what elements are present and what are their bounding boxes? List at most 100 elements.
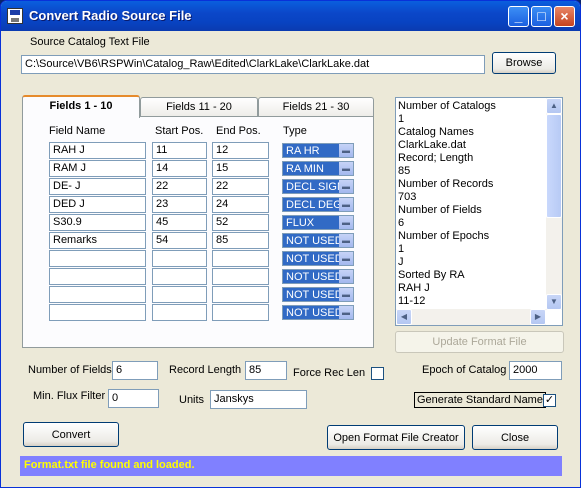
end-pos-input[interactable]: 22 <box>212 178 269 195</box>
start-pos-input[interactable] <box>152 304 207 321</box>
scroll-down-icon[interactable]: ▼ <box>546 294 562 310</box>
start-pos-input[interactable]: 14 <box>152 160 207 177</box>
num-fields-input[interactable]: 6 <box>112 361 158 380</box>
vertical-scrollbar[interactable]: ▲ ▼ <box>546 98 562 310</box>
type-select[interactable]: NOT USED ▬ <box>282 287 354 302</box>
end-pos-input[interactable]: 52 <box>212 214 269 231</box>
update-format-button[interactable]: Update Format File <box>395 331 564 353</box>
type-select[interactable]: DECL DEG ▬ <box>282 197 354 212</box>
type-select[interactable]: NOT USED ▬ <box>282 305 354 320</box>
field-name-input[interactable] <box>49 250 146 267</box>
browse-button[interactable]: Browse <box>492 52 556 74</box>
dropdown-arrow-icon[interactable]: ▬ <box>339 234 353 247</box>
tab-fields-11-20[interactable]: Fields 11 - 20 <box>140 97 258 118</box>
type-select-value: NOT USED <box>286 253 343 265</box>
type-select[interactable]: DECL SIGN ▬ <box>282 179 354 194</box>
tab-fields-21-30[interactable]: Fields 21 - 30 <box>258 97 374 118</box>
force-rec-len-checkbox[interactable] <box>371 367 384 380</box>
list-item[interactable]: 11-12 <box>398 295 546 308</box>
close-button[interactable]: Close <box>472 425 558 450</box>
field-name-input[interactable] <box>49 286 146 303</box>
list-item[interactable]: Number of Catalogs <box>398 100 546 113</box>
field-name-input[interactable]: RAH J <box>49 142 146 159</box>
min-flux-input[interactable]: 0 <box>108 389 159 408</box>
start-pos-input[interactable]: 45 <box>152 214 207 231</box>
list-item[interactable]: 1 <box>398 113 546 126</box>
tab-fields-1-10[interactable]: Fields 1 - 10 <box>22 95 140 118</box>
dropdown-arrow-icon[interactable]: ▬ <box>339 216 353 229</box>
catalog-info-list[interactable]: Number of Catalogs 1 Catalog Names ClarkLak… <box>395 97 563 326</box>
browse-label: Browse <box>505 57 543 69</box>
type-select[interactable]: NOT USED ▬ <box>282 233 354 248</box>
dropdown-arrow-icon[interactable]: ▬ <box>339 306 353 319</box>
dropdown-arrow-icon[interactable]: ▬ <box>339 252 353 265</box>
field-name-input[interactable] <box>49 268 146 285</box>
field-name-input[interactable]: DE- J <box>49 178 146 195</box>
type-select[interactable]: NOT USED ▬ <box>282 251 354 266</box>
start-pos-input[interactable]: 23 <box>152 196 207 213</box>
type-select[interactable]: NOT USED ▬ <box>282 269 354 284</box>
horizontal-scrollbar[interactable]: ◀ ▶ <box>396 309 546 325</box>
list-item[interactable]: Sorted By RA <box>398 269 546 282</box>
title-bar[interactable]: Convert Radio Source File _ □ × <box>1 1 580 31</box>
list-item[interactable]: RAH J <box>398 282 546 295</box>
list-item[interactable]: Number of Records <box>398 178 546 191</box>
list-item[interactable]: 6 <box>398 217 546 230</box>
start-pos-input[interactable] <box>152 286 207 303</box>
type-select-value: RA HR <box>286 145 320 157</box>
field-name-input[interactable] <box>49 304 146 321</box>
end-pos-input[interactable]: 12 <box>212 142 269 159</box>
field-name-input[interactable]: S30.9 <box>49 214 146 231</box>
open-format-creator-button[interactable]: Open Format File Creator <box>327 425 465 450</box>
record-length-input[interactable]: 85 <box>245 361 287 380</box>
minimize-button[interactable]: _ <box>508 6 529 27</box>
end-pos-input[interactable]: 85 <box>212 232 269 249</box>
scroll-right-icon[interactable]: ▶ <box>530 309 546 325</box>
field-name-input[interactable]: DED J <box>49 196 146 213</box>
dropdown-arrow-icon[interactable]: ▬ <box>339 162 353 175</box>
source-path-field[interactable]: C:\Source\VB6\RSPWin\Catalog_Raw\Edited\… <box>21 55 485 74</box>
scroll-left-icon[interactable]: ◀ <box>396 309 412 325</box>
end-pos-input[interactable] <box>212 286 269 303</box>
units-input[interactable]: Janskys <box>210 390 307 409</box>
list-item[interactable]: Number of Epochs <box>398 230 546 243</box>
list-item[interactable]: ClarkLake.dat <box>398 139 546 152</box>
end-pos-input[interactable] <box>212 304 269 321</box>
start-pos-input[interactable]: 11 <box>152 142 207 159</box>
start-pos-input[interactable] <box>152 250 207 267</box>
list-item[interactable]: J <box>398 256 546 269</box>
convert-button[interactable]: Convert <box>23 422 119 447</box>
epoch-input[interactable]: 2000 <box>509 361 562 380</box>
type-select[interactable]: RA MIN ▬ <box>282 161 354 176</box>
type-select[interactable]: FLUX ▬ <box>282 215 354 230</box>
start-pos-input[interactable]: 22 <box>152 178 207 195</box>
dropdown-arrow-icon[interactable]: ▬ <box>339 198 353 211</box>
gen-std-name-checkbox[interactable]: ✓ <box>543 394 556 407</box>
end-pos-input[interactable]: 15 <box>212 160 269 177</box>
type-select-value: NOT USED <box>286 307 343 319</box>
field-name-input[interactable]: RAM J <box>49 160 146 177</box>
start-pos-input[interactable] <box>152 268 207 285</box>
type-select[interactable]: RA HR ▬ <box>282 143 354 158</box>
end-pos-input[interactable] <box>212 268 269 285</box>
end-pos-input[interactable]: 24 <box>212 196 269 213</box>
list-item[interactable]: Number of Fields <box>398 204 546 217</box>
list-item[interactable]: 1 <box>398 243 546 256</box>
scroll-up-icon[interactable]: ▲ <box>546 98 562 114</box>
dropdown-arrow-icon[interactable]: ▬ <box>339 144 353 157</box>
dropdown-arrow-icon[interactable]: ▬ <box>339 270 353 283</box>
dropdown-arrow-icon[interactable]: ▬ <box>339 288 353 301</box>
field-name-input[interactable]: Remarks <box>49 232 146 249</box>
close-window-button[interactable]: × <box>554 6 575 27</box>
list-item[interactable]: Catalog Names <box>398 126 546 139</box>
scroll-thumb[interactable] <box>546 114 562 218</box>
maximize-button[interactable]: □ <box>531 6 552 27</box>
list-item[interactable]: 703 <box>398 191 546 204</box>
list-item[interactable]: Record; Length <box>398 152 546 165</box>
end-pos-input[interactable] <box>212 250 269 267</box>
list-item[interactable]: 85 <box>398 165 546 178</box>
dropdown-arrow-icon[interactable]: ▬ <box>339 180 353 193</box>
type-select-value: NOT USED <box>286 271 343 283</box>
catalog-info-items: Number of Catalogs 1 Catalog Names ClarkLak… <box>398 100 546 310</box>
start-pos-input[interactable]: 54 <box>152 232 207 249</box>
